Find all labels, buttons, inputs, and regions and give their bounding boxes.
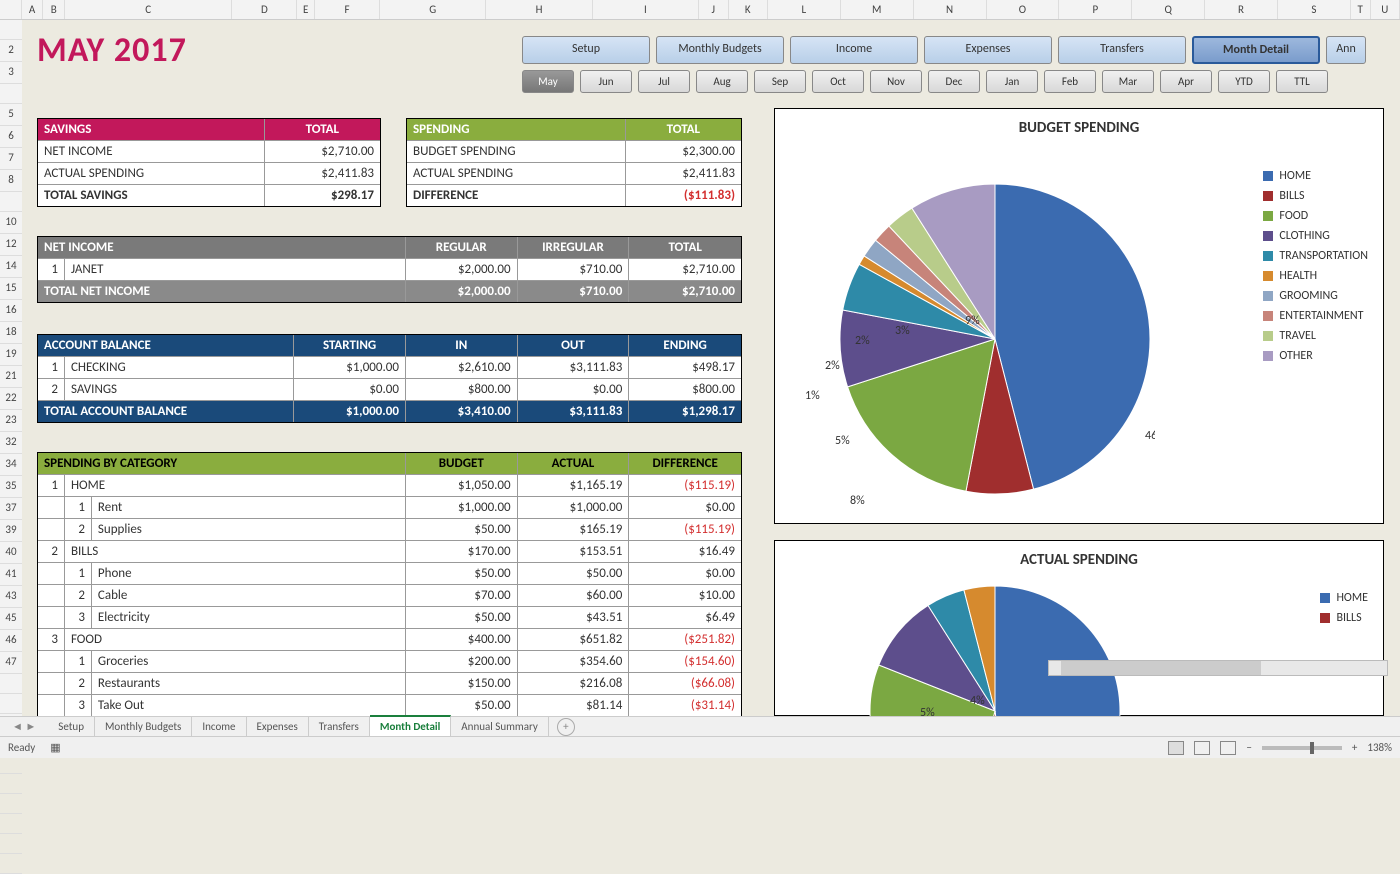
month-ttl[interactable]: TTL [1276,70,1328,93]
month-nov[interactable]: Nov [870,70,922,93]
svg-text:5%: 5% [835,434,850,448]
account-table: ACCOUNT BALANCE STARTING IN OUT ENDING 1… [37,334,742,423]
pie-chart-2: 4%5%10% [795,581,1155,718]
month-buttons: May Jun Jul Aug Sep Oct Nov Dec Jan Feb Mar Apr YTD T… [522,70,1328,93]
nav-buttons: SetupMonthly BudgetsIncomeExpensesTransf… [522,36,1366,64]
tab-month-detail[interactable]: Month Detail [370,715,451,736]
month-jun[interactable]: Jun [580,70,632,93]
spendcat-table: SPENDING BY CATEGORY BUDGET ACTUAL DIFFE… [37,452,742,717]
nav-expenses[interactable]: Expenses [924,36,1052,64]
month-may[interactable]: May [522,70,574,93]
month-apr[interactable]: Apr [1160,70,1212,93]
month-aug[interactable]: Aug [696,70,748,93]
zoom-in-button[interactable]: + [1352,741,1357,754]
nav-monthly-budgets[interactable]: Monthly Budgets [656,36,784,64]
view-pagebreak-icon[interactable] [1220,741,1236,755]
tab-transfers[interactable]: Transfers [309,717,370,736]
legend-item: TRANSPORTATION [1263,249,1368,263]
month-jan[interactable]: Jan [986,70,1038,93]
legend-item: BILLS [1320,611,1368,625]
nav-income[interactable]: Income [790,36,918,64]
month-oct[interactable]: Oct [812,70,864,93]
legend-item: HOME [1320,591,1368,605]
zoom-slider[interactable] [1262,746,1342,750]
chart1-title: BUDGET SPENDING [775,109,1383,147]
tab-expenses[interactable]: Expenses [247,717,309,736]
svg-text:46%: 46% [1145,429,1155,443]
nav-month-detail[interactable]: Month Detail [1192,36,1320,64]
svg-text:4%: 4% [970,694,985,708]
zoom-level: 138% [1367,741,1392,754]
add-sheet-button[interactable]: + [557,718,575,736]
budget-spending-chart: BUDGET SPENDING 46%7%17%8%5%1%2%2%3%9% H… [774,108,1384,524]
netincome-header: NET INCOME [38,237,406,258]
legend-item: FOOD [1263,209,1368,223]
spending-total-header: TOTAL [626,119,741,140]
month-ytd[interactable]: YTD [1218,70,1270,93]
spending-header: SPENDING [407,119,626,140]
row-headers: 2356781012141516181921222332343537394041… [0,20,22,718]
zoom-out-button[interactable]: − [1246,741,1251,754]
sheet-tabs: ◄ ► SetupMonthly BudgetsIncomeExpensesTr… [0,716,1400,736]
legend-item: OTHER [1263,349,1368,363]
status-bar: Ready ▦ − + 138% [0,736,1400,758]
savings-header: SAVINGS [38,119,265,140]
view-layout-icon[interactable] [1194,741,1210,755]
macro-icon[interactable]: ▦ [50,741,60,754]
savings-total-header: TOTAL [265,119,380,140]
svg-text:2%: 2% [825,359,840,373]
month-dec[interactable]: Dec [928,70,980,93]
tab-nav-arrows[interactable]: ◄ ► [0,720,48,733]
month-feb[interactable]: Feb [1044,70,1096,93]
chart2-legend: HOME BILLS [1320,591,1368,631]
svg-text:8%: 8% [850,494,865,508]
tab-setup[interactable]: Setup [48,717,95,736]
savings-table: SAVINGS TOTAL NET INCOME$2,710.00ACTUAL … [37,118,381,207]
svg-text:2%: 2% [855,334,870,348]
tab-monthly-budgets[interactable]: Monthly Budgets [95,717,192,736]
page-title: MAY 2017 [37,30,187,71]
svg-text:1%: 1% [805,389,820,403]
spending-table: SPENDING TOTAL BUDGET SPENDING$2,300.00A… [406,118,742,207]
status-ready: Ready [8,741,35,754]
legend-item: CLOTHING [1263,229,1368,243]
svg-text:9%: 9% [965,314,980,328]
legend-item: ENTERTAINMENT [1263,309,1368,323]
tab-income[interactable]: Income [192,717,246,736]
netincome-table: NET INCOME REGULAR IRREGULAR TOTAL 1JANE… [37,236,742,303]
legend-item: HEALTH [1263,269,1368,283]
account-header: ACCOUNT BALANCE [38,335,294,356]
tab-annual-summary[interactable]: Annual Summary [451,717,549,736]
spendcat-header: SPENDING BY CATEGORY [38,453,406,474]
nav-ann[interactable]: Ann [1326,36,1366,64]
legend-item: BILLS [1263,189,1368,203]
column-headers: ABCDEFGHIJKLMNOPQRSTU [0,0,1400,20]
nav-setup[interactable]: Setup [522,36,650,64]
chart1-legend: HOME BILLS FOOD CLOTHING TRANSPORTATION HEALT… [1263,169,1368,369]
view-normal-icon[interactable] [1168,741,1184,755]
actual-spending-chart: ACTUAL SPENDING 4%5%10% HOME BILLS [774,540,1384,716]
chart2-title: ACTUAL SPENDING [775,541,1383,579]
month-mar[interactable]: Mar [1102,70,1154,93]
legend-item: TRAVEL [1263,329,1368,343]
svg-text:3%: 3% [895,324,910,338]
nav-transfers[interactable]: Transfers [1058,36,1186,64]
horizontal-scrollbar[interactable] [1048,660,1388,676]
pie-chart-1: 46%7%17%8%5%1%2%2%3%9% [795,149,1155,509]
legend-item: GROOMING [1263,289,1368,303]
month-jul[interactable]: Jul [638,70,690,93]
legend-item: HOME [1263,169,1368,183]
month-sep[interactable]: Sep [754,70,806,93]
